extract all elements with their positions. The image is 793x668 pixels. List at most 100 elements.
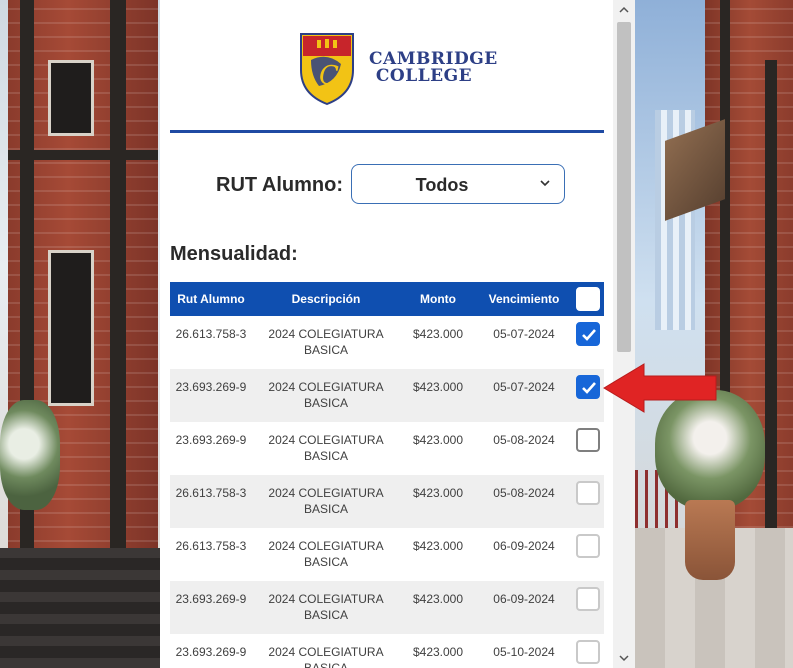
description-cell: 2024 COLEGIATURA BASICA (252, 369, 400, 422)
description-line-2: BASICA (303, 449, 348, 463)
scrollbar-thumb[interactable] (617, 22, 631, 352)
amount-cell: $423.000 (400, 422, 476, 475)
stairs (0, 548, 160, 668)
amount-cell-text: $423.000 (412, 327, 464, 341)
description-line-1: 2024 COLEGIATURA (268, 433, 384, 447)
due-date-cell-text: 05-10-2024 (493, 645, 555, 659)
rut-cell-text: 23.693.269-9 (175, 592, 247, 606)
table-row: 26.613.758-3 2024 COLEGIATURA BASICA $423.0… (170, 316, 604, 369)
amount-cell-text: $423.000 (412, 486, 464, 500)
scroll-down-icon[interactable] (613, 648, 635, 668)
due-date-cell: 05-07-2024 (476, 369, 572, 422)
rut-cell-text: 26.613.758-3 (175, 539, 247, 553)
check-icon (582, 329, 596, 341)
rut-filter: RUT Alumno: Todos (216, 164, 576, 206)
column-header-description: Descripción (291, 292, 361, 306)
description-line-2: BASICA (303, 661, 348, 668)
rut-cell-text: 23.693.269-9 (175, 645, 247, 659)
select-cell (572, 634, 604, 668)
rut-cell: 26.613.758-3 (170, 316, 252, 369)
description-line-2: BASICA (303, 343, 348, 357)
column-header-due-date: Vencimiento (488, 292, 560, 306)
description-line-2: BASICA (303, 608, 348, 622)
table-row: 23.693.269-9 2024 COLEGIATURA BASICA $423.0… (170, 581, 604, 634)
amount-cell: $423.000 (400, 475, 476, 528)
red-arrow-icon (603, 363, 717, 413)
rut-cell: 26.613.758-3 (170, 528, 252, 581)
row-checkbox[interactable] (576, 640, 600, 664)
building-window (48, 250, 94, 406)
description-cell: 2024 COLEGIATURA BASICA (252, 581, 400, 634)
background-photo-right (635, 0, 793, 668)
plant (0, 400, 60, 510)
due-date-cell: 05-08-2024 (476, 475, 572, 528)
building-window (48, 60, 94, 136)
due-date-cell: 06-09-2024 (476, 581, 572, 634)
due-date-cell: 06-09-2024 (476, 528, 572, 581)
description-cell: 2024 COLEGIATURA BASICA (252, 634, 400, 668)
header-divider (170, 130, 604, 133)
scroll-up-icon[interactable] (613, 0, 635, 20)
description-line-1: 2024 COLEGIATURA (268, 592, 384, 606)
brand-line-2: COLLEGE (375, 66, 473, 86)
amount-cell: $423.000 (400, 581, 476, 634)
table-row: 23.693.269-9 2024 COLEGIATURA BASICA $423.0… (170, 369, 604, 422)
select-cell (572, 475, 604, 528)
row-checkbox[interactable] (576, 428, 600, 452)
chevron-down-icon (540, 180, 550, 187)
description-line-1: 2024 COLEGIATURA (268, 327, 384, 341)
description-cell: 2024 COLEGIATURA BASICA (252, 422, 400, 475)
due-date-cell-text: 05-07-2024 (493, 327, 555, 341)
select-cell (572, 422, 604, 475)
rut-select[interactable]: Todos (351, 164, 565, 204)
rut-select-value: Todos (415, 175, 469, 195)
select-cell (572, 528, 604, 581)
select-all-cell (572, 282, 604, 316)
table-row: 23.693.269-9 2024 COLEGIATURA BASICA $423.0… (170, 422, 604, 475)
row-checkbox[interactable] (576, 322, 600, 346)
rut-cell: 23.693.269-9 (170, 422, 252, 475)
timber-beam (765, 60, 777, 580)
due-date-cell-text: 05-08-2024 (493, 433, 555, 447)
timber-beam (8, 150, 158, 160)
due-date-cell: 05-10-2024 (476, 634, 572, 668)
amount-cell: $423.000 (400, 634, 476, 668)
row-checkbox[interactable] (576, 481, 600, 505)
rut-cell: 23.693.269-9 (170, 634, 252, 668)
description-line-2: BASICA (303, 502, 348, 516)
rut-cell-text: 26.613.758-3 (175, 327, 247, 341)
description-cell: 2024 COLEGIATURA BASICA (252, 475, 400, 528)
description-line-2: BASICA (303, 555, 348, 569)
payment-panel: C CAMBRIDGE COLLEGE RUT Alumno: Todos Me… (160, 0, 613, 668)
row-checkbox[interactable] (576, 534, 600, 558)
description-cell: 2024 COLEGIATURA BASICA (252, 528, 400, 581)
due-date-cell-text: 06-09-2024 (493, 539, 555, 553)
amount-cell: $423.000 (400, 369, 476, 422)
section-title: Mensualidad: (170, 243, 298, 265)
column-header-amount: Monto (420, 292, 456, 306)
row-checkbox[interactable] (576, 375, 600, 399)
description-line-2: BASICA (303, 396, 348, 410)
select-all-checkbox[interactable] (576, 287, 600, 311)
table-row: 26.613.758-3 2024 COLEGIATURA BASICA $423.0… (170, 475, 604, 528)
amount-cell-text: $423.000 (412, 539, 464, 553)
amount-cell: $423.000 (400, 316, 476, 369)
amount-cell-text: $423.000 (412, 592, 464, 606)
row-checkbox[interactable] (576, 587, 600, 611)
description-cell: 2024 COLEGIATURA BASICA (252, 316, 400, 369)
rut-cell: 23.693.269-9 (170, 369, 252, 422)
amount-cell: $423.000 (400, 528, 476, 581)
rut-filter-label: RUT Alumno: (216, 174, 344, 196)
flower-pot (685, 500, 735, 580)
due-date-cell-text: 05-07-2024 (493, 380, 555, 394)
table-header-row: Rut Alumno Descripción Monto Vencimiento (170, 282, 604, 316)
background-photo-left (0, 0, 160, 668)
scrollbar[interactable] (613, 0, 635, 668)
select-cell (572, 581, 604, 634)
rut-cell-text: 23.693.269-9 (175, 380, 247, 394)
shield-icon: C (300, 33, 354, 106)
svg-text:C: C (319, 61, 339, 91)
due-date-cell: 05-08-2024 (476, 422, 572, 475)
brand-name: CAMBRIDGE COLLEGE (369, 51, 497, 86)
rut-cell: 26.613.758-3 (170, 475, 252, 528)
